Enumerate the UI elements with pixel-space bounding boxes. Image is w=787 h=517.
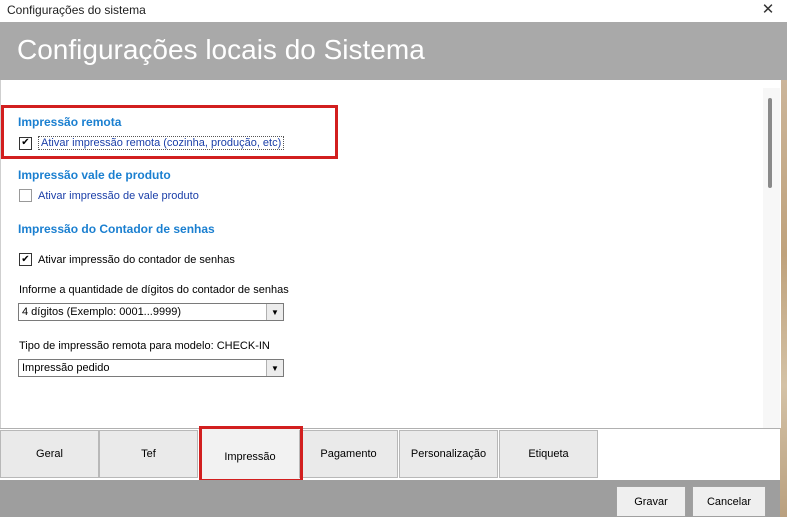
password-counter-label[interactable]: Ativar impressão do contador de senhas	[38, 254, 235, 266]
chevron-down-icon[interactable]: ▼	[266, 360, 283, 376]
checkin-label: Tipo de impressão remota para modelo: CH…	[19, 340, 270, 352]
checkin-select[interactable]: Impressão pedido ▼	[18, 359, 284, 377]
product-voucher-checkbox[interactable]	[19, 189, 32, 202]
password-counter-checkbox-row[interactable]: ✔ Ativar impressão do contador de senhas	[19, 253, 235, 266]
close-icon[interactable]: ✕	[757, 0, 779, 22]
page-title: Configurações locais do Sistema	[17, 34, 425, 65]
tab-pagamento[interactable]: Pagamento	[299, 430, 398, 478]
cancel-button[interactable]: Cancelar	[692, 486, 766, 517]
check-icon: ✔	[21, 253, 30, 265]
digits-select[interactable]: 4 dígitos (Exemplo: 0001...9999) ▼	[18, 303, 284, 321]
tab-etiqueta[interactable]: Etiqueta	[499, 430, 598, 478]
section-title-password-counter: Impressão do Contador de senhas	[18, 222, 215, 236]
product-voucher-label[interactable]: Ativar impressão de vale produto	[38, 190, 199, 202]
scrollbar-thumb[interactable]	[768, 98, 772, 188]
chevron-down-icon[interactable]: ▼	[266, 304, 283, 320]
digits-label: Informe a quantidade de dígitos do conta…	[19, 284, 289, 296]
product-voucher-checkbox-row[interactable]: Ativar impressão de vale produto	[19, 189, 199, 202]
save-button[interactable]: Gravar	[616, 486, 686, 517]
checkin-select-value: Impressão pedido	[22, 362, 110, 374]
tab-tef[interactable]: Tef	[99, 430, 198, 478]
highlight-impressao-tab	[199, 426, 303, 482]
digits-select-value: 4 dígitos (Exemplo: 0001...9999)	[22, 306, 181, 318]
title-bar: Configurações do sistema ✕	[0, 0, 787, 23]
tab-geral[interactable]: Geral	[0, 430, 99, 478]
page-header: Configurações locais do Sistema	[0, 22, 787, 80]
window-title: Configurações do sistema	[7, 3, 146, 17]
background-strip	[780, 80, 787, 517]
highlight-remote-printing	[1, 105, 338, 159]
section-title-product-voucher: Impressão vale de produto	[18, 168, 171, 182]
password-counter-checkbox[interactable]: ✔	[19, 253, 32, 266]
tab-personalizacao[interactable]: Personalização	[399, 430, 498, 478]
